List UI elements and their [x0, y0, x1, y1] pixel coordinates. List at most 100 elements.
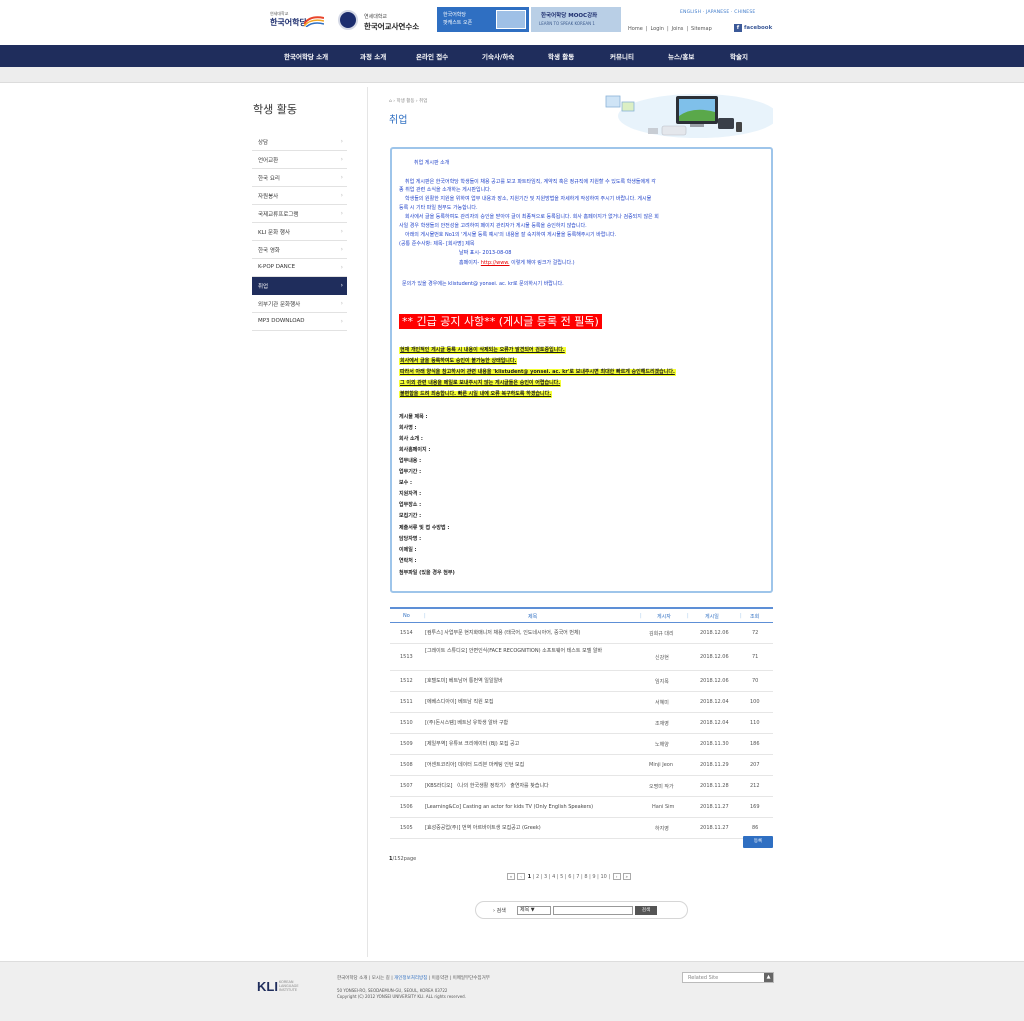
nav-item-apply[interactable]: 온라인 접수: [416, 51, 448, 61]
urgent-notice-title: ** 긴급 공지 사항** (게시글 등록 전 필독): [399, 314, 602, 329]
nav-item-journal[interactable]: 학술지: [730, 51, 748, 61]
table-row[interactable]: 1505 [효성중공업(주)] 번역 아르바이트생 모집공고 (Greek) 하…: [390, 818, 773, 839]
table-row[interactable]: 1513 [그레이트 스튜디오] 안면인식(FACE RECOGNITION) …: [390, 644, 773, 671]
related-site-select[interactable]: Related Site ▲: [682, 972, 774, 983]
sidebar-item-volunteer[interactable]: 자원봉사 ›: [252, 187, 347, 205]
first-page-icon[interactable]: «: [507, 873, 515, 880]
row-title-link[interactable]: [효성중공업(주)] 번역 아르바이트생 모집공고 (Greek): [425, 825, 655, 832]
page-link[interactable]: 3: [544, 874, 547, 880]
joins-link[interactable]: Joins: [672, 26, 684, 32]
table-row[interactable]: 1512 [호텔도미] 베트남어 통번역 일일알바 임지목 2018.12.06…: [390, 671, 773, 692]
row-writer: 임지목: [655, 679, 669, 685]
footer-link[interactable]: | 이용약관 | 이메일무단수집거부: [427, 976, 490, 981]
sitemap-link[interactable]: Sitemap: [691, 26, 712, 32]
table-row[interactable]: 1508 [어센트코리아] 데이터 드리븐 마케팅 인턴 모집 Minji Je…: [390, 755, 773, 776]
chevron-up-icon[interactable]: ▲: [764, 973, 773, 982]
privacy-policy-link[interactable]: 개인정보처리방침: [394, 976, 427, 981]
nav-item-student-activities[interactable]: 학생 활동: [548, 51, 574, 61]
sidebar-item-kli-culture-events[interactable]: KLI 문화 행사 ›: [252, 223, 347, 241]
nav-item-news[interactable]: 뉴스/홍보: [668, 51, 694, 61]
row-date: 2018.12.06: [700, 654, 729, 660]
main-nav: 한국어학당 소개 과정 소개 온라인 접수 기숙사/하숙 학생 활동 커뮤니티 …: [0, 45, 1024, 67]
table-row[interactable]: 1514 [컴투스] 사업부문 현지화매니저 채용 (태국어, 인도네시아어, …: [390, 623, 773, 644]
sidebar-item-label: 취업: [258, 284, 269, 290]
search-field-select[interactable]: 제목 ▼: [517, 906, 551, 915]
footer-links[interactable]: 한국어학당 소개 | 모시는 길 | 개인정보처리방침 | 이용약관 | 이메일…: [337, 975, 490, 981]
row-no: 1509: [400, 741, 413, 747]
table-row[interactable]: 1510 [(주)돈시스템] 베트남 유학생 알바 구함 조재영 2018.12…: [390, 713, 773, 734]
row-title-link[interactable]: [그레이트 스튜디오] 안면인식(FACE RECOGNITION) 소프트웨어…: [425, 648, 655, 655]
korean-language-institute-logo[interactable]: 연세대학교 한국어학당: [270, 11, 328, 33]
row-title-link[interactable]: [Learning&Co] Casting an actor for kids …: [425, 804, 660, 811]
row-writer: 오명미 작가: [649, 784, 674, 790]
table-row[interactable]: 1506 [Learning&Co] Casting an actor for …: [390, 797, 773, 818]
next-page-icon[interactable]: ›: [612, 873, 621, 880]
row-title-link[interactable]: [호텔도미] 베트남어 통번역 일일알바: [425, 678, 655, 685]
row-title-link[interactable]: [KBS라디오] 〈나의 한국생활 정착기〉 출연자를 찾습니다: [425, 783, 655, 790]
form-field-label: 제출서류 및 접 수방법 :: [399, 525, 450, 531]
page-link[interactable]: 5: [560, 874, 563, 880]
page-link[interactable]: 4: [552, 874, 555, 880]
example-link[interactable]: http://www.: [481, 260, 510, 266]
column-date: 게시일: [705, 614, 719, 620]
register-button[interactable]: 등록: [743, 836, 773, 848]
search-input[interactable]: [553, 906, 633, 915]
sidebar-item-language-exchange[interactable]: 언어교환 ›: [252, 151, 347, 169]
sidebar-item-label: KLI 문화 행사: [258, 230, 291, 236]
search-bar: › 검색 제목 ▼ 검색: [475, 901, 688, 919]
table-row[interactable]: 1507 [KBS라디오] 〈나의 한국생활 정착기〉 출연자를 찾습니다 오명…: [390, 776, 773, 797]
sidebar-item-label: 자원봉사: [258, 194, 279, 200]
sidebar-item-counseling[interactable]: 상담 ›: [252, 133, 347, 151]
sidebar-item-mp3-download[interactable]: MP3 DOWNLOAD ›: [252, 313, 347, 331]
home-link[interactable]: Home: [628, 26, 643, 32]
table-row[interactable]: 1511 [에베스디아이] 베트남 직원 모집 서혜미 2018.12.04 1…: [390, 692, 773, 713]
nav-item-courses[interactable]: 과정 소개: [360, 51, 386, 61]
notice-text: 문의가 있을 경우에는 klistudent@ yonsei. ac. kr로 …: [402, 281, 564, 287]
highlight-text: 회사에서 글을 등록하여도 승인이 불가능한 상태입니다.: [399, 358, 518, 365]
row-title-link[interactable]: [컴투스] 사업부문 현지화매니저 채용 (태국어, 인도네시아어, 중국어 번…: [425, 630, 655, 637]
page-link[interactable]: 8: [584, 874, 587, 880]
form-field-label: 회사홈페이지 :: [399, 447, 431, 453]
page-link[interactable]: 1: [528, 874, 531, 880]
nav-item-dormitory[interactable]: 기숙사/하숙: [482, 51, 514, 61]
search-button[interactable]: 검색: [635, 906, 657, 915]
nav-item-community[interactable]: 커뮤니티: [610, 51, 634, 61]
prev-page-icon[interactable]: ‹: [517, 873, 525, 880]
utility-links: Home | Login | Joins | Sitemap: [628, 26, 715, 32]
form-field-label: 담당자명 :: [399, 536, 422, 542]
highlight-text: 따라서 아래 양식을 참고하시어 관련 내용을 'klistudent@ yon…: [399, 369, 676, 376]
table-row[interactable]: 1509 [제일무역] 유튜브 크리에이터 (BJ) 모집 공고 노해양 201…: [390, 734, 773, 755]
sidebar-item-korean-movie[interactable]: 한국 영화 ›: [252, 241, 347, 259]
notice-text: 사일 경우 학생들의 안전성을 고려하여 페이지 관리자가 게시물 등록을 승인…: [399, 223, 587, 229]
sidebar-title: 학생 활동: [253, 103, 297, 116]
facebook-link[interactable]: f facebook: [734, 24, 772, 32]
podcast-banner[interactable]: 한국어학당 팟캐스트 오픈: [437, 7, 529, 32]
row-title-link[interactable]: [(주)돈시스템] 베트남 유학생 알바 구함: [425, 720, 655, 727]
page-link[interactable]: 9: [592, 874, 595, 880]
sidebar-item-international-exchange[interactable]: 국제교류프로그램 ›: [252, 205, 347, 223]
last-page-icon[interactable]: »: [622, 873, 631, 880]
row-views: 207: [750, 762, 760, 768]
row-no: 1508: [400, 762, 413, 768]
row-title-link[interactable]: [에베스디아이] 베트남 직원 모집: [425, 699, 655, 706]
row-title-link[interactable]: [제일무역] 유튜브 크리에이터 (BJ) 모집 공고: [425, 741, 655, 748]
page-link[interactable]: 10: [600, 874, 606, 880]
form-field-label: 보수 :: [399, 480, 412, 486]
mooc-banner[interactable]: 한국어학당 MOOC강좌 LEARN TO SPEAK KOREAN 1: [531, 7, 621, 32]
row-title-link[interactable]: [어센트코리아] 데이터 드리븐 마케팅 인턴 모집: [425, 762, 655, 769]
form-field-label: 지원자격 :: [399, 491, 422, 497]
login-link[interactable]: Login: [650, 26, 664, 32]
footer-link[interactable]: 한국어학당 소개 | 모시는 길 |: [337, 976, 394, 981]
form-field-label: 회사 소개 :: [399, 436, 423, 442]
sidebar-item-employment[interactable]: 취업 ›: [252, 277, 347, 295]
sidebar-item-label: 국제교류프로그램: [258, 212, 299, 218]
page-link[interactable]: 6: [568, 874, 571, 880]
sidebar-item-kpop-dance[interactable]: K-POP DANCE ›: [252, 259, 347, 277]
teacher-training-center-logo[interactable]: 연세대학교 한국어교사연수소: [338, 10, 433, 32]
language-switch[interactable]: ENGLISH · JAPANESE · CHINESE: [680, 10, 755, 15]
page-link[interactable]: 7: [576, 874, 579, 880]
sidebar-item-korean-cooking[interactable]: 한국 요리 ›: [252, 169, 347, 187]
sidebar-item-external-events[interactable]: 외부기관 문화행사 ›: [252, 295, 347, 313]
nav-item-about[interactable]: 한국어학당 소개: [284, 51, 328, 61]
page-link[interactable]: 2: [536, 874, 539, 880]
